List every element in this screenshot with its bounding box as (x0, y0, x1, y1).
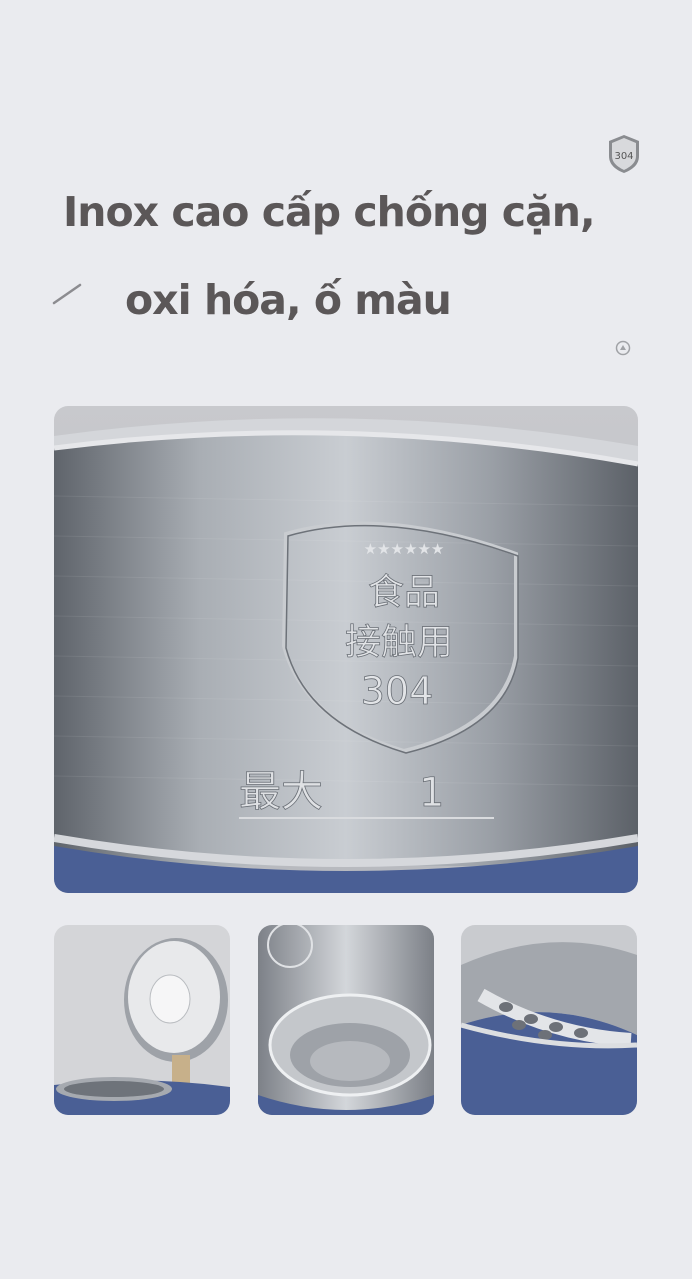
emboss-stars: ★★★★★★ (364, 540, 445, 558)
max-fill-level: 1 (419, 770, 444, 816)
main-product-photo: ★★★★★★ 食品 接触用 304 最大 1 (54, 406, 638, 893)
emboss-line-1: 食品 (368, 572, 440, 613)
thumbnail-inner-pot (258, 925, 434, 1115)
badge-label: 304 (614, 151, 633, 162)
thumbnail-spout-filter (461, 925, 637, 1115)
headline-line-2: oxi hóa, ố màu (125, 276, 452, 324)
max-fill-mark: 最大 (239, 767, 323, 816)
thumbnail-open-lid-kettle (54, 925, 230, 1115)
slash-icon (52, 283, 84, 305)
emboss-grade: 304 (361, 669, 434, 713)
emboss-line-2: 接触用 (345, 622, 453, 663)
headline-line-1: Inox cao cấp chống cặn, (63, 188, 596, 236)
circle-dot-icon (615, 340, 631, 356)
shield-304-icon: 304 (607, 134, 641, 174)
